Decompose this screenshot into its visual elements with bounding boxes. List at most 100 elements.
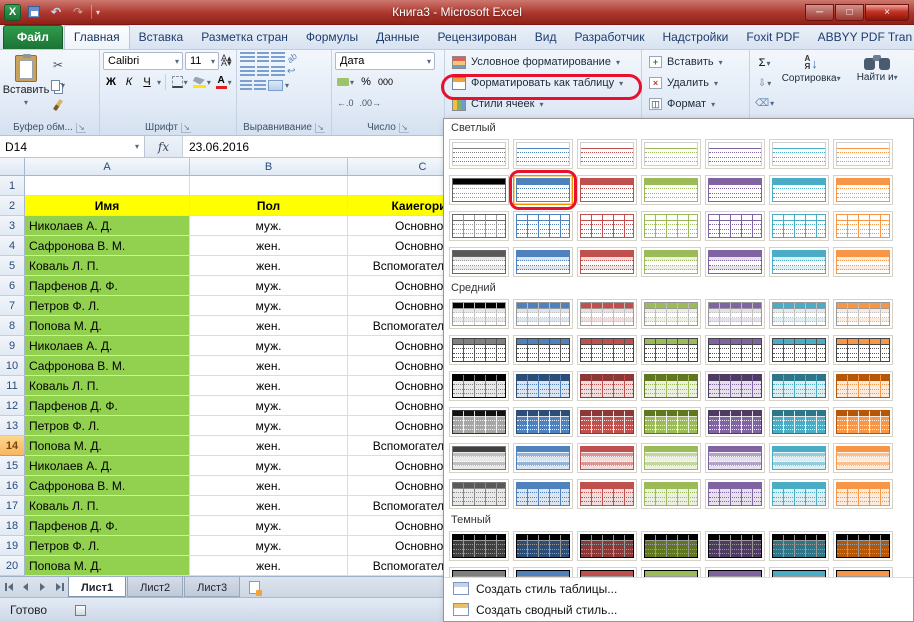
- table-style-swatch[interactable]: [577, 211, 637, 241]
- cell-B13[interactable]: муж.: [190, 416, 348, 436]
- find-select-button[interactable]: Найти и▾: [846, 52, 908, 120]
- table-style-swatch[interactable]: [705, 175, 765, 205]
- merge-dropdown-icon[interactable]: ▾: [285, 81, 289, 90]
- row-header-14[interactable]: 14: [0, 436, 25, 456]
- alignment-dialog-launcher-icon[interactable]: ↘: [315, 123, 325, 133]
- number-format-select[interactable]: Дата▾: [335, 52, 435, 70]
- align-right-icon[interactable]: [271, 66, 285, 77]
- ribbon-tab-7[interactable]: Вид: [526, 26, 566, 49]
- table-style-swatch[interactable]: [449, 335, 509, 365]
- table-style-swatch[interactable]: [833, 299, 893, 329]
- merge-center-icon[interactable]: [268, 80, 283, 91]
- clipboard-dialog-launcher-icon[interactable]: ↘: [76, 123, 86, 133]
- cell-A1[interactable]: [25, 176, 190, 196]
- cell-A11[interactable]: Коваль Л. П.: [25, 376, 190, 396]
- accounting-format-button[interactable]: ▾: [335, 73, 356, 91]
- table-style-swatch[interactable]: [705, 299, 765, 329]
- table-style-swatch[interactable]: [577, 247, 637, 277]
- align-center-icon[interactable]: [257, 66, 269, 77]
- table-style-swatch[interactable]: [449, 479, 509, 509]
- insert-worksheet-button[interactable]: [241, 577, 267, 597]
- ribbon-tab-11[interactable]: ABBYY PDF Tran: [809, 26, 914, 49]
- row-header-5[interactable]: 5: [0, 256, 25, 276]
- table-style-swatch[interactable]: [577, 531, 637, 561]
- cell-A13[interactable]: Петров Ф. Л.: [25, 416, 190, 436]
- row-header-7[interactable]: 7: [0, 296, 25, 316]
- table-style-swatch[interactable]: [449, 443, 509, 473]
- copy-button[interactable]: ▾: [49, 76, 67, 94]
- cell-B19[interactable]: муж.: [190, 536, 348, 556]
- cell-B6[interactable]: муж.: [190, 276, 348, 296]
- last-sheet-button[interactable]: [51, 577, 68, 597]
- cell-B7[interactable]: муж.: [190, 296, 348, 316]
- ribbon-tab-10[interactable]: Foxit PDF: [737, 26, 808, 49]
- ribbon-tab-0[interactable]: Файл: [3, 25, 63, 49]
- table-style-swatch[interactable]: [641, 299, 701, 329]
- cell-B1[interactable]: [190, 176, 348, 196]
- conditional-formatting-button[interactable]: Условное форматирование ▾: [448, 52, 638, 72]
- align-middle-icon[interactable]: [257, 52, 269, 63]
- table-style-swatch[interactable]: [641, 443, 701, 473]
- cell-A9[interactable]: Николаев А. Д.: [25, 336, 190, 356]
- align-left-icon[interactable]: [240, 66, 255, 77]
- sheet-tab-2[interactable]: Лист2: [127, 577, 183, 597]
- decrease-decimal-button[interactable]: .00→: [358, 94, 384, 112]
- table-style-swatch[interactable]: [513, 407, 573, 437]
- ribbon-tab-8[interactable]: Разработчик: [565, 26, 653, 49]
- table-style-swatch[interactable]: [449, 371, 509, 401]
- table-style-swatch[interactable]: [641, 139, 701, 169]
- previous-sheet-button[interactable]: [17, 577, 34, 597]
- table-style-swatch[interactable]: [513, 175, 573, 205]
- close-button[interactable]: ×: [865, 4, 909, 21]
- ribbon-tab-9[interactable]: Надстройки: [653, 26, 737, 49]
- table-style-swatch[interactable]: [833, 407, 893, 437]
- fill-button[interactable]: ⇩▾: [753, 74, 776, 92]
- sheet-tab-1[interactable]: Лист1: [68, 577, 126, 597]
- row-header-20[interactable]: 20: [0, 556, 25, 576]
- table-style-swatch[interactable]: [705, 211, 765, 241]
- table-style-swatch[interactable]: [705, 407, 765, 437]
- cell-B16[interactable]: жен.: [190, 476, 348, 496]
- table-style-swatch[interactable]: [705, 247, 765, 277]
- row-header-9[interactable]: 9: [0, 336, 25, 356]
- table-style-swatch[interactable]: [449, 139, 509, 169]
- cell-B15[interactable]: муж.: [190, 456, 348, 476]
- cell-B3[interactable]: муж.: [190, 216, 348, 236]
- select-all-corner[interactable]: [0, 158, 25, 176]
- cell-A3[interactable]: Николаев А. Д.: [25, 216, 190, 236]
- cell-B8[interactable]: жен.: [190, 316, 348, 336]
- table-style-swatch[interactable]: [513, 299, 573, 329]
- table-style-swatch[interactable]: [577, 139, 637, 169]
- font-dialog-launcher-icon[interactable]: ↘: [181, 123, 191, 133]
- name-box-dropdown-icon[interactable]: ▾: [135, 142, 139, 151]
- row-header-2[interactable]: 2: [0, 196, 25, 216]
- table-style-swatch[interactable]: [449, 247, 509, 277]
- name-box[interactable]: D14 ▾: [0, 136, 145, 157]
- table-style-swatch[interactable]: [641, 531, 701, 561]
- table-style-swatch[interactable]: [513, 211, 573, 241]
- table-style-swatch[interactable]: [705, 335, 765, 365]
- cell-B4[interactable]: жен.: [190, 236, 348, 256]
- table-style-swatch[interactable]: [641, 335, 701, 365]
- table-style-swatch[interactable]: [833, 567, 893, 577]
- paste-button[interactable]: Вставить ▾: [3, 52, 49, 114]
- cell-A18[interactable]: Парфенов Д. Ф.: [25, 516, 190, 536]
- increase-indent-icon[interactable]: [254, 80, 266, 91]
- table-style-swatch[interactable]: [705, 139, 765, 169]
- underline-button[interactable]: Ч: [139, 73, 155, 91]
- table-style-swatch[interactable]: [449, 407, 509, 437]
- row-header-19[interactable]: 19: [0, 536, 25, 556]
- table-style-swatch[interactable]: [513, 371, 573, 401]
- table-style-swatch[interactable]: [769, 175, 829, 205]
- cell-A17[interactable]: Коваль Л. П.: [25, 496, 190, 516]
- font-family-select[interactable]: Calibri▾: [103, 52, 183, 70]
- table-style-swatch[interactable]: [833, 479, 893, 509]
- align-bottom-icon[interactable]: [271, 52, 285, 63]
- cell-styles-button[interactable]: Стили ячеек ▾: [448, 94, 638, 114]
- borders-button[interactable]: ▾: [170, 73, 190, 91]
- cell-B5[interactable]: жен.: [190, 256, 348, 276]
- grow-shrink-font-buttons[interactable]: А▴А▾: [221, 56, 232, 66]
- qat-customize-dropdown[interactable]: ▾: [96, 8, 100, 17]
- ribbon-tab-4[interactable]: Формулы: [297, 26, 367, 49]
- cell-B10[interactable]: жен.: [190, 356, 348, 376]
